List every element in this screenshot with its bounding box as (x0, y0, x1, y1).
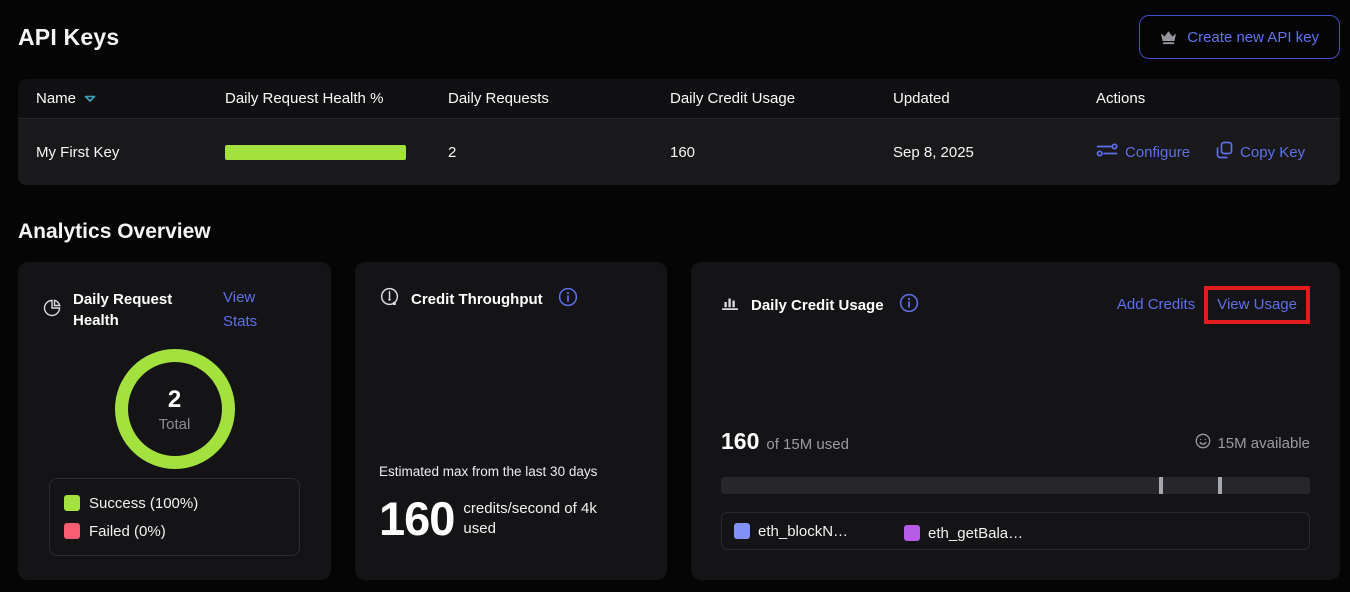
gauge-icon (379, 286, 400, 312)
credit-throughput-stats: Estimated max from the last 30 days 160 … (379, 464, 643, 542)
create-api-key-label: Create new API key (1187, 29, 1319, 46)
usage-summary-row: 160 of 15M used 15M available (721, 428, 1310, 455)
credit-throughput-title: Credit Throughput (411, 289, 543, 310)
legend-item-eth-blocknumber: eth_blockN… (734, 523, 848, 540)
daily-credit-usage-card: Daily Credit Usage Add Credits View Usag… (691, 262, 1340, 580)
column-header-actions: Actions (1096, 90, 1322, 107)
view-stats-link[interactable]: View Stats (223, 286, 271, 334)
analytics-overview-title: Analytics Overview (18, 220, 1340, 244)
create-api-key-button[interactable]: Create new API key (1139, 15, 1340, 59)
progress-marker (1218, 477, 1222, 494)
copy-icon (1216, 141, 1233, 163)
donut-total-value: 2 (168, 386, 181, 414)
health-cell (225, 145, 448, 160)
column-header-name[interactable]: Name (36, 90, 225, 107)
daily-credit-usage-header: Daily Credit Usage Add Credits View Usag… (721, 286, 1310, 324)
actions-cell: Configure Copy Key (1096, 141, 1322, 163)
column-header-name-label: Name (36, 90, 76, 107)
credits-used-suffix: of 15M used (766, 436, 849, 453)
eth-blocknumber-swatch (734, 523, 750, 539)
api-key-name: My First Key (36, 144, 225, 161)
request-health-donut-chart: 2 Total (115, 349, 235, 469)
column-header-updated: Updated (893, 90, 1096, 107)
success-label: Success (100%) (89, 495, 198, 512)
credits-available: 15M available (1195, 433, 1310, 453)
api-keys-table: Name Daily Request Health % Daily Reques… (18, 79, 1340, 185)
credit-throughput-header: Credit Throughput (379, 286, 643, 312)
smiley-icon (1195, 433, 1211, 453)
legend-item-success: Success (100%) (64, 491, 285, 515)
page-title: API Keys (18, 24, 119, 51)
topbar: API Keys Create new API key (18, 0, 1340, 59)
throughput-value-row: 160 credits/second of 4k used (379, 495, 643, 542)
credit-throughput-card: Credit Throughput Estimated max from the… (355, 262, 667, 580)
throughput-note: Estimated max from the last 30 days (379, 464, 643, 479)
sliders-icon (1096, 142, 1118, 162)
credit-usage-progress-bar (721, 477, 1310, 494)
pie-chart-icon (42, 298, 62, 323)
eth-blocknumber-label: eth_blockN… (758, 523, 848, 540)
crown-icon (1160, 30, 1177, 45)
usage-card-links: Add Credits View Usage (1117, 286, 1310, 324)
daily-credit-usage-title: Daily Credit Usage (751, 295, 884, 316)
throughput-value: 160 (379, 495, 454, 542)
credits-used-value: 160 (721, 428, 759, 455)
credits-available-label: 15M available (1217, 435, 1310, 452)
table-header-row: Name Daily Request Health % Daily Reques… (18, 79, 1340, 119)
configure-button[interactable]: Configure (1096, 142, 1190, 162)
sort-chevron-down-icon (84, 90, 96, 107)
bar-chart-icon (721, 294, 740, 316)
analytics-cards: Daily Request Health View Stats 2 Total … (18, 262, 1340, 580)
daily-requests-value: 2 (448, 144, 670, 161)
credit-usage-legend: eth_blockN… eth_getBala… (721, 512, 1310, 550)
dashboard-page: API Keys Create new API key Name Daily R… (0, 0, 1350, 580)
info-icon[interactable] (899, 293, 919, 318)
view-usage-link[interactable]: View Usage (1217, 296, 1297, 313)
failed-label: Failed (0%) (89, 523, 166, 540)
request-health-legend: Success (100%) Failed (0%) (49, 478, 300, 556)
legend-item-failed: Failed (0%) (64, 519, 285, 543)
updated-value: Sep 8, 2025 (893, 144, 1096, 161)
eth-getbalance-label: eth_getBala… (928, 525, 1023, 542)
health-percent-bar (225, 145, 406, 160)
configure-label: Configure (1125, 144, 1190, 161)
add-credits-link[interactable]: Add Credits (1117, 293, 1195, 317)
success-swatch (64, 495, 80, 511)
daily-request-health-header: Daily Request Health View Stats (42, 286, 307, 334)
info-icon[interactable] (558, 287, 578, 312)
usage-card-body: 160 of 15M used 15M available (721, 428, 1310, 550)
column-header-daily-credit-usage: Daily Credit Usage (670, 90, 893, 107)
copy-key-label: Copy Key (1240, 144, 1305, 161)
failed-swatch (64, 523, 80, 539)
daily-request-health-title: Daily Request Health (73, 289, 185, 331)
progress-marker (1159, 477, 1163, 494)
daily-request-health-card: Daily Request Health View Stats 2 Total … (18, 262, 331, 580)
column-header-health: Daily Request Health % (225, 90, 448, 107)
legend-item-eth-getbalance: eth_getBala… (904, 525, 1023, 542)
copy-key-button[interactable]: Copy Key (1216, 141, 1305, 163)
throughput-unit: credits/second of 4k used (463, 499, 613, 539)
donut-total-label: Total (159, 416, 191, 433)
view-usage-highlight-box: View Usage (1204, 286, 1310, 324)
table-row: My First Key 2 160 Sep 8, 2025 Configure (18, 119, 1340, 185)
column-header-daily-requests: Daily Requests (448, 90, 670, 107)
eth-getbalance-swatch (904, 525, 920, 541)
daily-credit-usage-value: 160 (670, 144, 893, 161)
